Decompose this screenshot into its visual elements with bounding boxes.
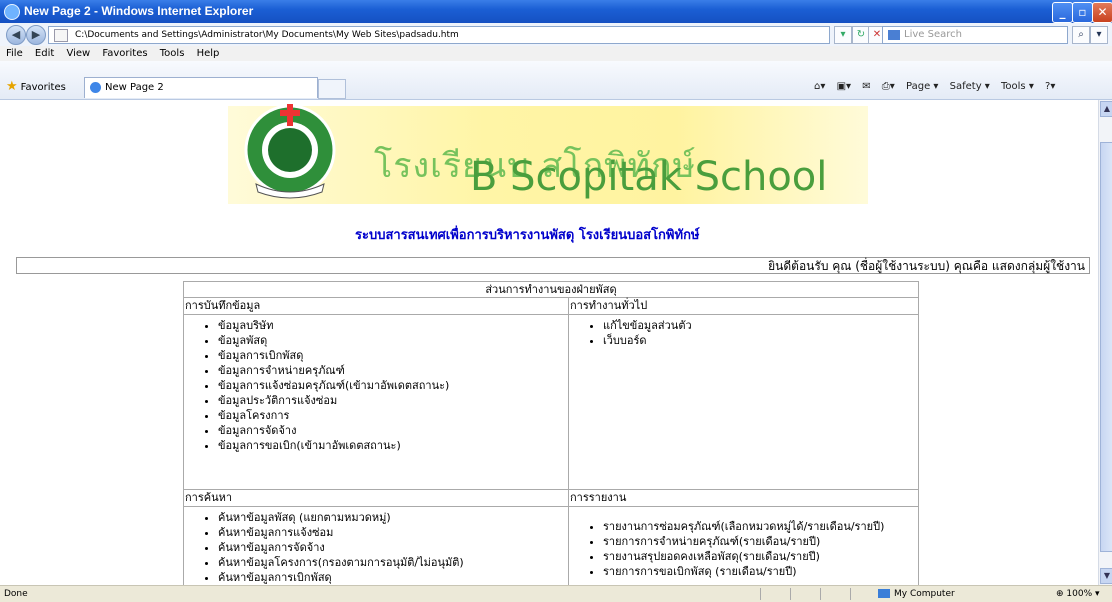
close-button[interactable]: ✕ [1092, 2, 1112, 23]
feeds-icon[interactable]: ▣▾ [837, 81, 851, 92]
minimize-button[interactable]: _ [1052, 2, 1073, 23]
tab-bar: ★ Favorites New Page 2 ⌂▾ ▣▾ ✉ ⎙▾ Page ▾ … [0, 61, 1112, 100]
scroll-up-button[interactable]: ▲ [1100, 101, 1112, 117]
back-button[interactable]: ◀ [6, 25, 26, 45]
menu-view[interactable]: View [66, 48, 90, 59]
section-title-data-entry: การบันทึกข้อมูล [184, 298, 568, 315]
print-icon[interactable]: ⎙▾ [882, 81, 895, 92]
new-tab-button[interactable] [318, 79, 346, 99]
list-item[interactable]: เว็บบอร์ด [603, 333, 918, 348]
data-entry-list: ข้อมูลบริษัท ข้อมูลพัสดุ ข้อมูลการเบิกพั… [184, 318, 568, 453]
status-divider [820, 588, 821, 600]
list-item[interactable]: ค้นหาข้อมูลโครงการ(กรองตามการอนุมัติ/ไม่… [218, 555, 568, 570]
school-name-english: B Scopitak School [470, 154, 828, 200]
security-zone: My Computer [878, 586, 955, 602]
list-item[interactable]: ข้อมูลการเบิกพัสดุ [218, 348, 568, 363]
zone-label: My Computer [894, 589, 955, 599]
tools-menu[interactable]: Tools ▾ [1001, 81, 1034, 92]
search-options-button[interactable]: ▾ [1090, 26, 1108, 44]
reports-cell: การรายงาน รายงานการซ่อมครุภัณฑ์(เลือกหมว… [568, 489, 919, 585]
list-item[interactable]: ค้นหาข้อมูลการแจ้งซ่อม [218, 525, 568, 540]
menu-favorites[interactable]: Favorites [102, 48, 147, 59]
list-item[interactable]: รายงานสรุปยอดคงเหลือพัสดุ(รายเดือน/รายปี… [603, 549, 918, 564]
scroll-thumb[interactable] [1100, 142, 1112, 552]
title-bar: New Page 2 - Windows Internet Explorer _… [0, 0, 1112, 23]
window-title: New Page 2 - Windows Internet Explorer [24, 4, 254, 18]
menu-tools[interactable]: Tools [160, 48, 185, 59]
general-cell: การทำงานทั่วไป แก้ไขข้อมูลส่วนตัว เว็บบอ… [568, 297, 919, 490]
list-item[interactable]: รายงานการซ่อมครุภัณฑ์(เลือกหมวดหมู่ได้/ร… [603, 519, 918, 534]
live-search-icon [888, 30, 900, 40]
section-title-search: การค้นหา [184, 490, 568, 507]
mail-icon[interactable]: ✉ [862, 81, 870, 92]
help-icon[interactable]: ?▾ [1045, 81, 1055, 92]
vertical-scrollbar[interactable]: ▲ ▼ [1098, 100, 1112, 585]
section-title-reports: การรายงาน [569, 490, 918, 507]
status-bar: Done My Computer ⊕ 100% ▾ [0, 585, 1112, 602]
data-entry-cell: การบันทึกข้อมูล ข้อมูลบริษัท ข้อมูลพัสดุ… [183, 297, 569, 490]
favorites-label: Favorites [20, 82, 66, 93]
list-item[interactable]: ข้อมูลการจำหน่ายครุภัณฑ์ [218, 363, 568, 378]
list-item[interactable]: รายการการขอเบิกพัสดุ (รายเดือน/รายปี) [603, 564, 918, 579]
list-item[interactable]: ข้อมูลโครงการ [218, 408, 568, 423]
list-item[interactable]: ข้อมูลการจัดจ้าง [218, 423, 568, 438]
search-list: ค้นหาข้อมูลพัสดุ (แยกตามหมวดหมู่) ค้นหาข… [184, 510, 568, 585]
address-toolbar: ◀ ▶ C:\Documents and Settings\Administra… [0, 23, 1112, 46]
status-divider [760, 588, 761, 600]
table-header: ส่วนการทำงานของฝ่ายพัสดุ [183, 281, 919, 298]
list-item[interactable]: ข้อมูลประวัติการแจ้งซ่อม [218, 393, 568, 408]
command-bar: ⌂▾ ▣▾ ✉ ⎙▾ Page ▾ Safety ▾ Tools ▾ ?▾ [806, 81, 1055, 92]
list-item[interactable]: ข้อมูลพัสดุ [218, 333, 568, 348]
tab-label: New Page 2 [105, 82, 164, 93]
page-icon [54, 29, 68, 42]
search-placeholder: Live Search [904, 29, 962, 40]
list-item[interactable]: ข้อมูลการแจ้งซ่อมครุภัณฑ์(เข้ามาอัพเดตสถ… [218, 378, 568, 393]
address-dropdown-button[interactable]: ▾ [834, 26, 852, 44]
menu-help[interactable]: Help [197, 48, 220, 59]
zoom-value: 100% [1066, 589, 1093, 599]
reports-list: รายงานการซ่อมครุภัณฑ์(เลือกหมวดหมู่ได้/ร… [569, 519, 918, 579]
status-text: Done [4, 589, 28, 599]
function-table: ส่วนการทำงานของฝ่ายพัสดุ การบันทึกข้อมูล… [183, 281, 919, 585]
maximize-button[interactable]: ▫ [1072, 2, 1093, 23]
ie-logo-icon [4, 4, 20, 20]
list-item[interactable]: แก้ไขข้อมูลส่วนตัว [603, 318, 918, 333]
list-item[interactable]: ข้อมูลบริษัท [218, 318, 568, 333]
status-divider [790, 588, 791, 600]
list-item[interactable]: ค้นหาข้อมูลการเบิกพัสดุ [218, 570, 568, 585]
menu-file[interactable]: File [6, 48, 23, 59]
zoom-level[interactable]: ⊕ 100% ▾ [1056, 586, 1100, 602]
school-logo [244, 104, 336, 199]
computer-icon [878, 589, 890, 598]
favorites-button[interactable]: ★ Favorites [6, 79, 66, 94]
page-content: โรงเรียนบ สโกพิทักษ์ B Scopitak School ร… [0, 100, 1098, 585]
list-item[interactable]: ค้นหาข้อมูลการจัดจ้าง [218, 540, 568, 555]
address-bar[interactable]: C:\Documents and Settings\Administrator\… [48, 26, 830, 44]
section-title-general: การทำงานทั่วไป [569, 298, 918, 315]
search-cell: การค้นหา ค้นหาข้อมูลพัสดุ (แยกตามหมวดหมู… [183, 489, 569, 585]
scroll-down-button[interactable]: ▼ [1100, 568, 1112, 584]
tab-new-page-2[interactable]: New Page 2 [84, 77, 318, 98]
list-item[interactable]: รายการการจำหน่ายครุภัณฑ์(รายเดือน/รายปี) [603, 534, 918, 549]
forward-button[interactable]: ▶ [26, 25, 46, 45]
menu-bar: File Edit View Favorites Tools Help [0, 46, 1112, 61]
general-list: แก้ไขข้อมูลส่วนตัว เว็บบอร์ด [569, 318, 918, 348]
status-divider [850, 588, 851, 600]
address-url: C:\Documents and Settings\Administrator\… [75, 30, 459, 40]
home-icon[interactable]: ⌂▾ [814, 81, 825, 92]
system-title: ระบบสารสนเทศเพื่อการบริหารงานพัสดุ โรงเร… [355, 228, 700, 243]
welcome-message: ยินดีต้อนรับ คุณ (ชื่อผู้ใช้งานระบบ) คุณ… [16, 257, 1090, 274]
ie-tab-icon [90, 81, 101, 93]
favorites-star-icon: ★ [6, 79, 18, 94]
menu-edit[interactable]: Edit [35, 48, 54, 59]
search-input[interactable]: Live Search [882, 26, 1068, 44]
list-item[interactable]: ค้นหาข้อมูลพัสดุ (แยกตามหมวดหมู่) [218, 510, 568, 525]
list-item[interactable]: ข้อมูลการขอเบิก(เข้ามาอัพเดตสถานะ) [218, 438, 568, 453]
page-menu[interactable]: Page ▾ [906, 81, 938, 92]
search-button[interactable]: ⌕ [1072, 26, 1090, 44]
safety-menu[interactable]: Safety ▾ [950, 81, 990, 92]
